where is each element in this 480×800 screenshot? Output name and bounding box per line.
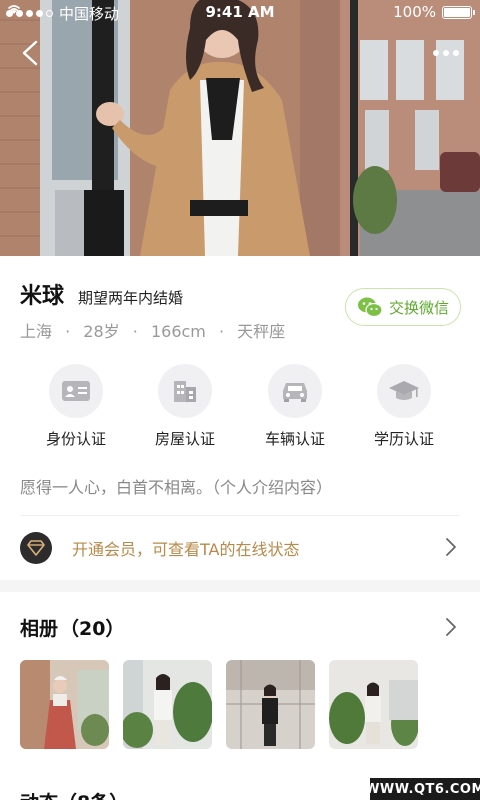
status-bar: 中国移动 9:41 AM 100% [0,0,480,26]
id-card-icon [62,381,90,401]
verify-label: 房屋认证 [154,430,215,448]
battery-icon [442,5,475,19]
more-dot-icon [433,50,439,56]
verify-label: 学历认证 [373,430,434,448]
chevron-right-icon [446,538,456,556]
graduation-cap-icon [389,381,419,400]
vip-banner-text: 开通会员，可查看TA的在线状态 [72,540,300,559]
album-photo[interactable] [123,660,212,749]
verify-house[interactable]: 房屋认证 [135,364,235,449]
verify-label: 车辆认证 [264,430,325,448]
moments-header: 动态 （8条） [20,788,128,800]
verify-icon-bg [377,364,431,418]
verify-education[interactable]: 学历认证 [354,364,454,449]
user-zodiac: 天秤座 [237,322,286,341]
car-icon [283,383,307,402]
user-name: 米球 [20,284,65,309]
diamond-icon [20,532,52,564]
building-icon [174,381,196,402]
album-count: （20） [60,618,125,640]
exchange-wechat-label: 交换微信 [388,298,449,317]
back-button[interactable] [14,36,48,70]
verify-icon-bg [268,364,322,418]
exchange-wechat-button[interactable]: 交换微信 [345,288,461,326]
verify-icon-bg [158,364,212,418]
name-row: 米球 期望两年内结婚 [20,278,183,310]
verify-icon-bg [49,364,103,418]
user-location: 上海 [20,322,53,341]
more-dot-icon [453,50,459,56]
battery-percent: 100% [393,3,436,21]
album-more-chevron-icon[interactable] [444,616,458,638]
album-thumbnails [20,660,418,749]
verify-identity[interactable]: 身份认证 [26,364,126,449]
moments-count: （8条） [58,788,128,800]
verification-badges: 身份认证 房屋认证 车辆认证 学历认证 [0,364,480,454]
album-photo[interactable] [329,660,418,749]
user-basic-info: 上海 · 28岁 · 166cm · 天秤座 [20,318,285,342]
more-dot-icon [443,50,449,56]
info-separator: · [65,322,71,341]
user-height: 166cm [150,322,206,341]
album-header: 相册 （20） [20,614,124,641]
info-separator: · [218,322,225,341]
verify-label: 身份认证 [45,430,106,448]
self-introduction: 愿得一人心，白首不相离。（个人介绍内容） [20,478,333,497]
profile-cover-photo: 中国移动 9:41 AM 100% [0,0,480,256]
chevron-left-icon [22,40,38,66]
verify-car[interactable]: 车辆认证 [245,364,345,449]
moments-title: 动态 [20,788,58,800]
album-photo[interactable] [20,660,109,749]
album-photo[interactable] [226,660,315,749]
status-bar-right: 100% [393,3,475,21]
album-title: 相册 [20,618,59,640]
user-tagline: 期望两年内结婚 [78,289,184,307]
info-separator: · [132,322,138,341]
vip-banner[interactable]: 开通会员，可查看TA的在线状态 [0,516,480,578]
more-options-button[interactable] [426,38,466,68]
section-separator [0,580,480,592]
site-watermark: WWW.QT6.COM [365,778,480,800]
user-age: 28岁 [83,322,120,341]
wechat-icon [357,297,383,318]
